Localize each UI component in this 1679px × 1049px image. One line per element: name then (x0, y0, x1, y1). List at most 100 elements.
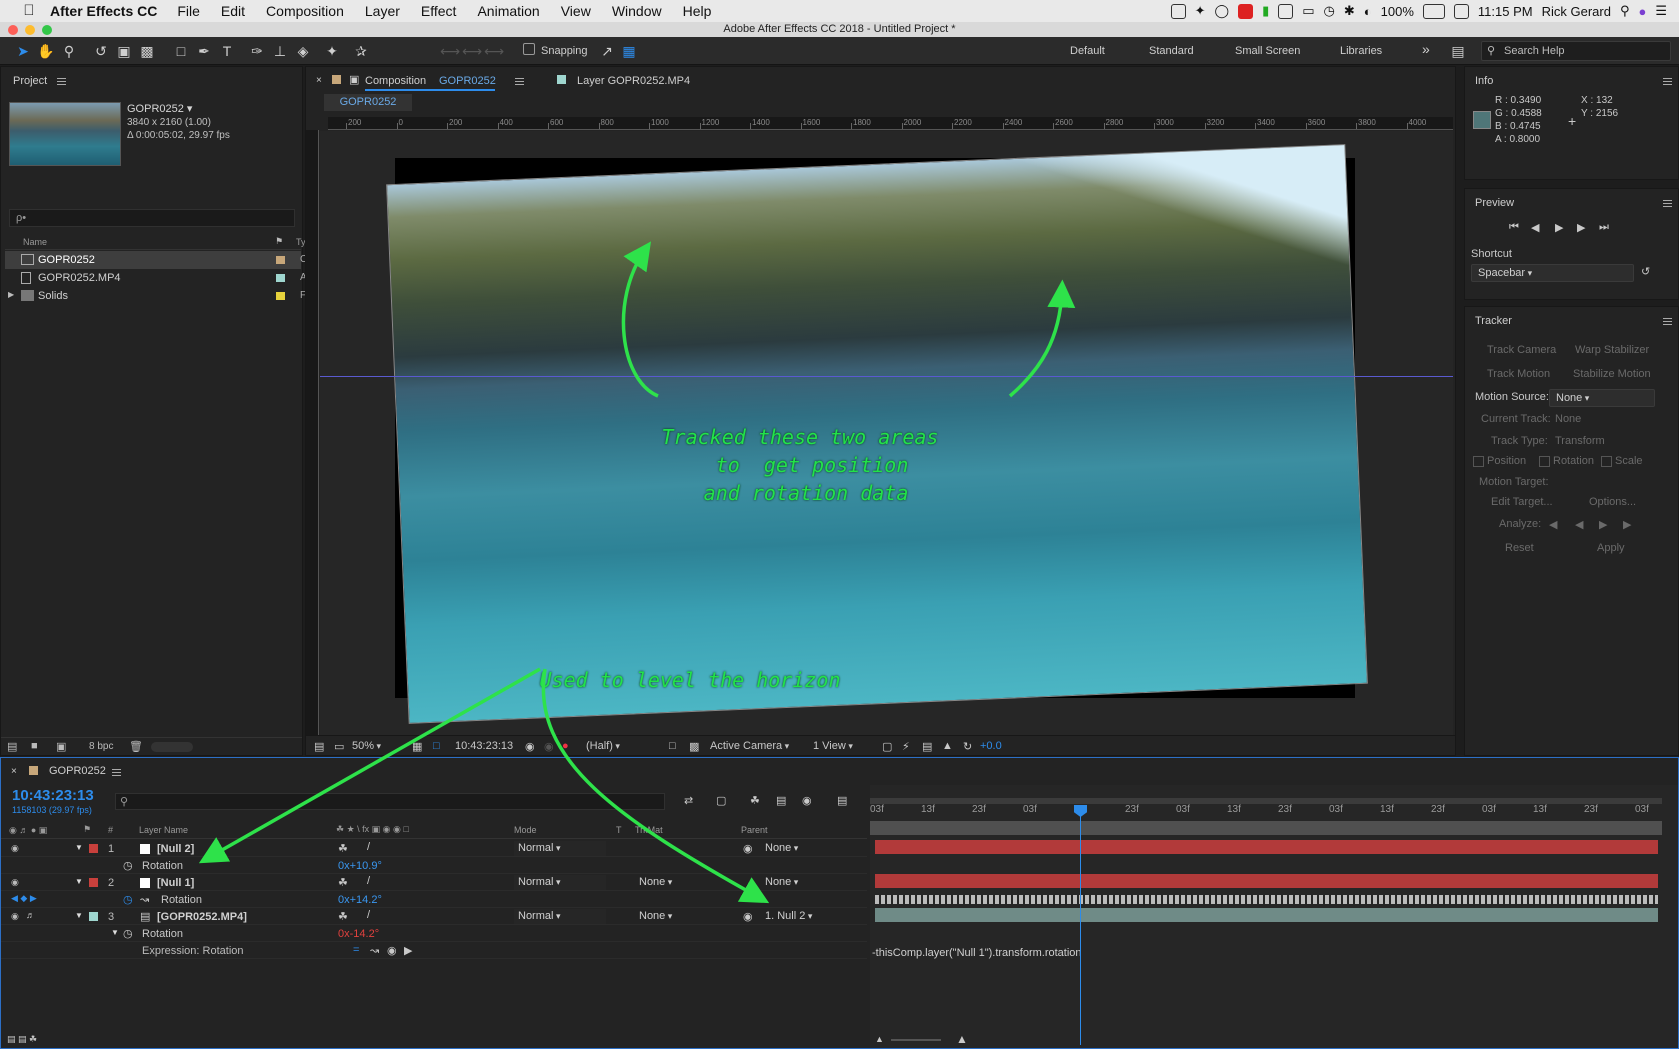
draft-3d-icon[interactable]: ▢ (716, 794, 726, 807)
app-menu[interactable]: After Effects CC (50, 3, 157, 19)
stabilize-motion-button[interactable]: Stabilize Motion (1573, 368, 1651, 380)
snap-edges-icon[interactable]: ↗ (598, 42, 616, 60)
project-tab[interactable]: Project (13, 75, 47, 87)
quality-switch-icon[interactable]: / (367, 841, 370, 853)
project-item-row[interactable]: GOPR0252.MP4 A (5, 269, 307, 287)
workspace-standard[interactable]: Standard (1149, 45, 1194, 57)
layer-duration-bar[interactable] (875, 908, 1658, 922)
rotate-tool-icon[interactable]: ↺ (92, 42, 110, 60)
menu-animation[interactable]: Animation (477, 3, 539, 19)
layer-name[interactable]: [Null 1] (157, 877, 194, 889)
track-matte-dropdown[interactable]: None (635, 909, 727, 924)
timeline-panel-menu-icon[interactable] (112, 769, 121, 776)
warp-stabilizer-button[interactable]: Warp Stabilizer (1575, 344, 1649, 356)
edit-target-button[interactable]: Edit Target... (1491, 496, 1553, 508)
battery-percent[interactable]: 100% (1381, 4, 1414, 19)
time-machine-icon[interactable]: ◷ (1324, 3, 1335, 19)
fast-previews-icon[interactable]: ⚡ (902, 740, 910, 753)
camera-dropdown[interactable]: Active Camera (710, 740, 789, 752)
comp-mini-flowchart-icon[interactable]: ⇄ (684, 794, 693, 807)
comp-panel-menu-icon[interactable] (515, 78, 524, 85)
visibility-eye-icon[interactable]: ◉ (11, 843, 22, 853)
quality-switch-icon[interactable]: / (367, 875, 370, 887)
viewer-timecode[interactable]: 10:43:23:13 (455, 740, 513, 752)
track-motion-button[interactable]: Track Motion (1487, 368, 1550, 380)
expression-text[interactable]: -thisComp.layer("Null 1").transform.rota… (872, 947, 1082, 959)
switches-column-icons[interactable]: ☘ ★ \ fx ▣ ◉ ◉ □ (336, 824, 409, 835)
bit-depth[interactable]: 8 bpc (89, 741, 113, 752)
col-name[interactable]: Name (23, 237, 47, 247)
work-area-bar[interactable] (870, 821, 1662, 835)
keyframes-strip[interactable] (875, 895, 1658, 904)
menu-edit[interactable]: Edit (221, 3, 245, 19)
battery-icon[interactable] (1422, 3, 1445, 19)
stopwatch-icon[interactable]: ◷ (123, 893, 133, 906)
search-help-field[interactable]: ⚲ Search Help (1481, 41, 1671, 61)
layer-expand-triangle-icon[interactable]: ▼ (75, 911, 83, 920)
current-time-display[interactable]: 10:43:23:13 (12, 787, 94, 804)
expand-triangle-icon[interactable]: ▶ (8, 290, 14, 299)
timeline-bottom-icons[interactable]: ▤ ▤ ☘ (7, 1034, 37, 1045)
pick-whip-icon[interactable]: ◉ (743, 842, 753, 855)
label-swatch[interactable] (276, 292, 285, 300)
position-checkbox[interactable] (1473, 456, 1484, 467)
property-row[interactable]: ◷ Rotation 0x+10.9° (1, 857, 867, 874)
minimize-window-icon[interactable] (25, 25, 35, 35)
rotation-checkbox[interactable] (1539, 456, 1550, 467)
rectangle-tool-icon[interactable]: □ (172, 42, 190, 60)
col-layer-name[interactable]: Layer Name (139, 825, 188, 835)
layer-duration-bar[interactable] (875, 874, 1658, 888)
roto-brush-tool-icon[interactable]: ✦ (323, 42, 341, 60)
comp-navigator-tab[interactable]: GOPR0252 (324, 94, 412, 111)
close-window-icon[interactable] (8, 25, 18, 35)
flowchart-icon[interactable]: ▲ (942, 740, 953, 752)
snapping-checkbox[interactable] (523, 43, 535, 55)
layer-tab[interactable]: Layer GOPR0252.MP4 (577, 75, 690, 87)
layer-label-swatch[interactable] (89, 878, 98, 887)
layer-label-swatch[interactable] (89, 912, 98, 921)
project-panel-menu-icon[interactable] (57, 78, 66, 85)
shy-switch-icon[interactable]: ☘ (338, 876, 348, 889)
next-frame-icon[interactable]: ▶ (1577, 221, 1585, 234)
keyboard-icon[interactable] (1453, 3, 1469, 19)
current-time-indicator-head[interactable] (1074, 805, 1087, 817)
timeline-graph-area[interactable]: 03f 13f 23f 03f 23f 03f 13f 23f 03f 13f … (870, 785, 1678, 1048)
close-tab-icon[interactable]: × (316, 75, 322, 86)
col-parent[interactable]: Parent (741, 825, 768, 835)
track-matte-dropdown[interactable]: None (635, 875, 727, 890)
user-name[interactable]: Rick Gerard (1542, 4, 1611, 19)
preview-panel-menu-icon[interactable] (1663, 200, 1672, 207)
world-axis-icon[interactable]: ⟷ (462, 42, 482, 60)
menu-help[interactable]: Help (683, 3, 712, 19)
reset-button[interactable]: Reset (1505, 542, 1534, 554)
last-frame-icon[interactable]: ⏭ (1599, 221, 1609, 234)
rotation-value[interactable]: 0x+14.2° (338, 894, 382, 906)
zoom-slider[interactable] (891, 1039, 941, 1041)
blend-mode-dropdown[interactable]: Normal (514, 841, 606, 856)
workspace-menu-icon[interactable]: ▤ (1449, 42, 1467, 60)
shy-switch-icon[interactable]: ☘ (338, 842, 348, 855)
type-tool-icon[interactable]: T (218, 42, 236, 60)
av-features-icon[interactable]: ◉ ♬ ● ▣ (9, 825, 47, 836)
camera-tool-icon[interactable]: ▣ (115, 42, 133, 60)
label-swatch[interactable] (276, 274, 285, 282)
menu-layer[interactable]: Layer (365, 3, 400, 19)
tracker-panel-menu-icon[interactable] (1663, 318, 1672, 325)
channel-icon[interactable]: ● (562, 740, 569, 752)
blend-mode-dropdown[interactable]: Normal (514, 875, 606, 890)
view-layout-dropdown[interactable]: 1 View (813, 740, 853, 752)
info-panel-menu-icon[interactable] (1663, 78, 1672, 85)
axis-mode-icon[interactable]: ⟷ (440, 42, 460, 60)
pixel-aspect-icon[interactable]: ▢ (882, 740, 892, 753)
siri-icon[interactable]: ● (1638, 4, 1646, 19)
view-axis-icon[interactable]: ⟷ (484, 42, 504, 60)
brush-tool-icon[interactable]: ✑ (248, 42, 266, 60)
col-trkmat[interactable]: TrkMat (635, 825, 663, 835)
current-track-dropdown[interactable]: None (1555, 413, 1581, 425)
timeline-tab[interactable]: GOPR0252 (49, 765, 106, 777)
menu-file[interactable]: File (177, 3, 200, 19)
options-button[interactable]: Options... (1589, 496, 1636, 508)
more-workspaces-icon[interactable]: » (1422, 41, 1430, 57)
zoom-dropdown[interactable]: 50% (352, 740, 381, 752)
visibility-eye-icon[interactable]: ◉ (11, 911, 22, 921)
